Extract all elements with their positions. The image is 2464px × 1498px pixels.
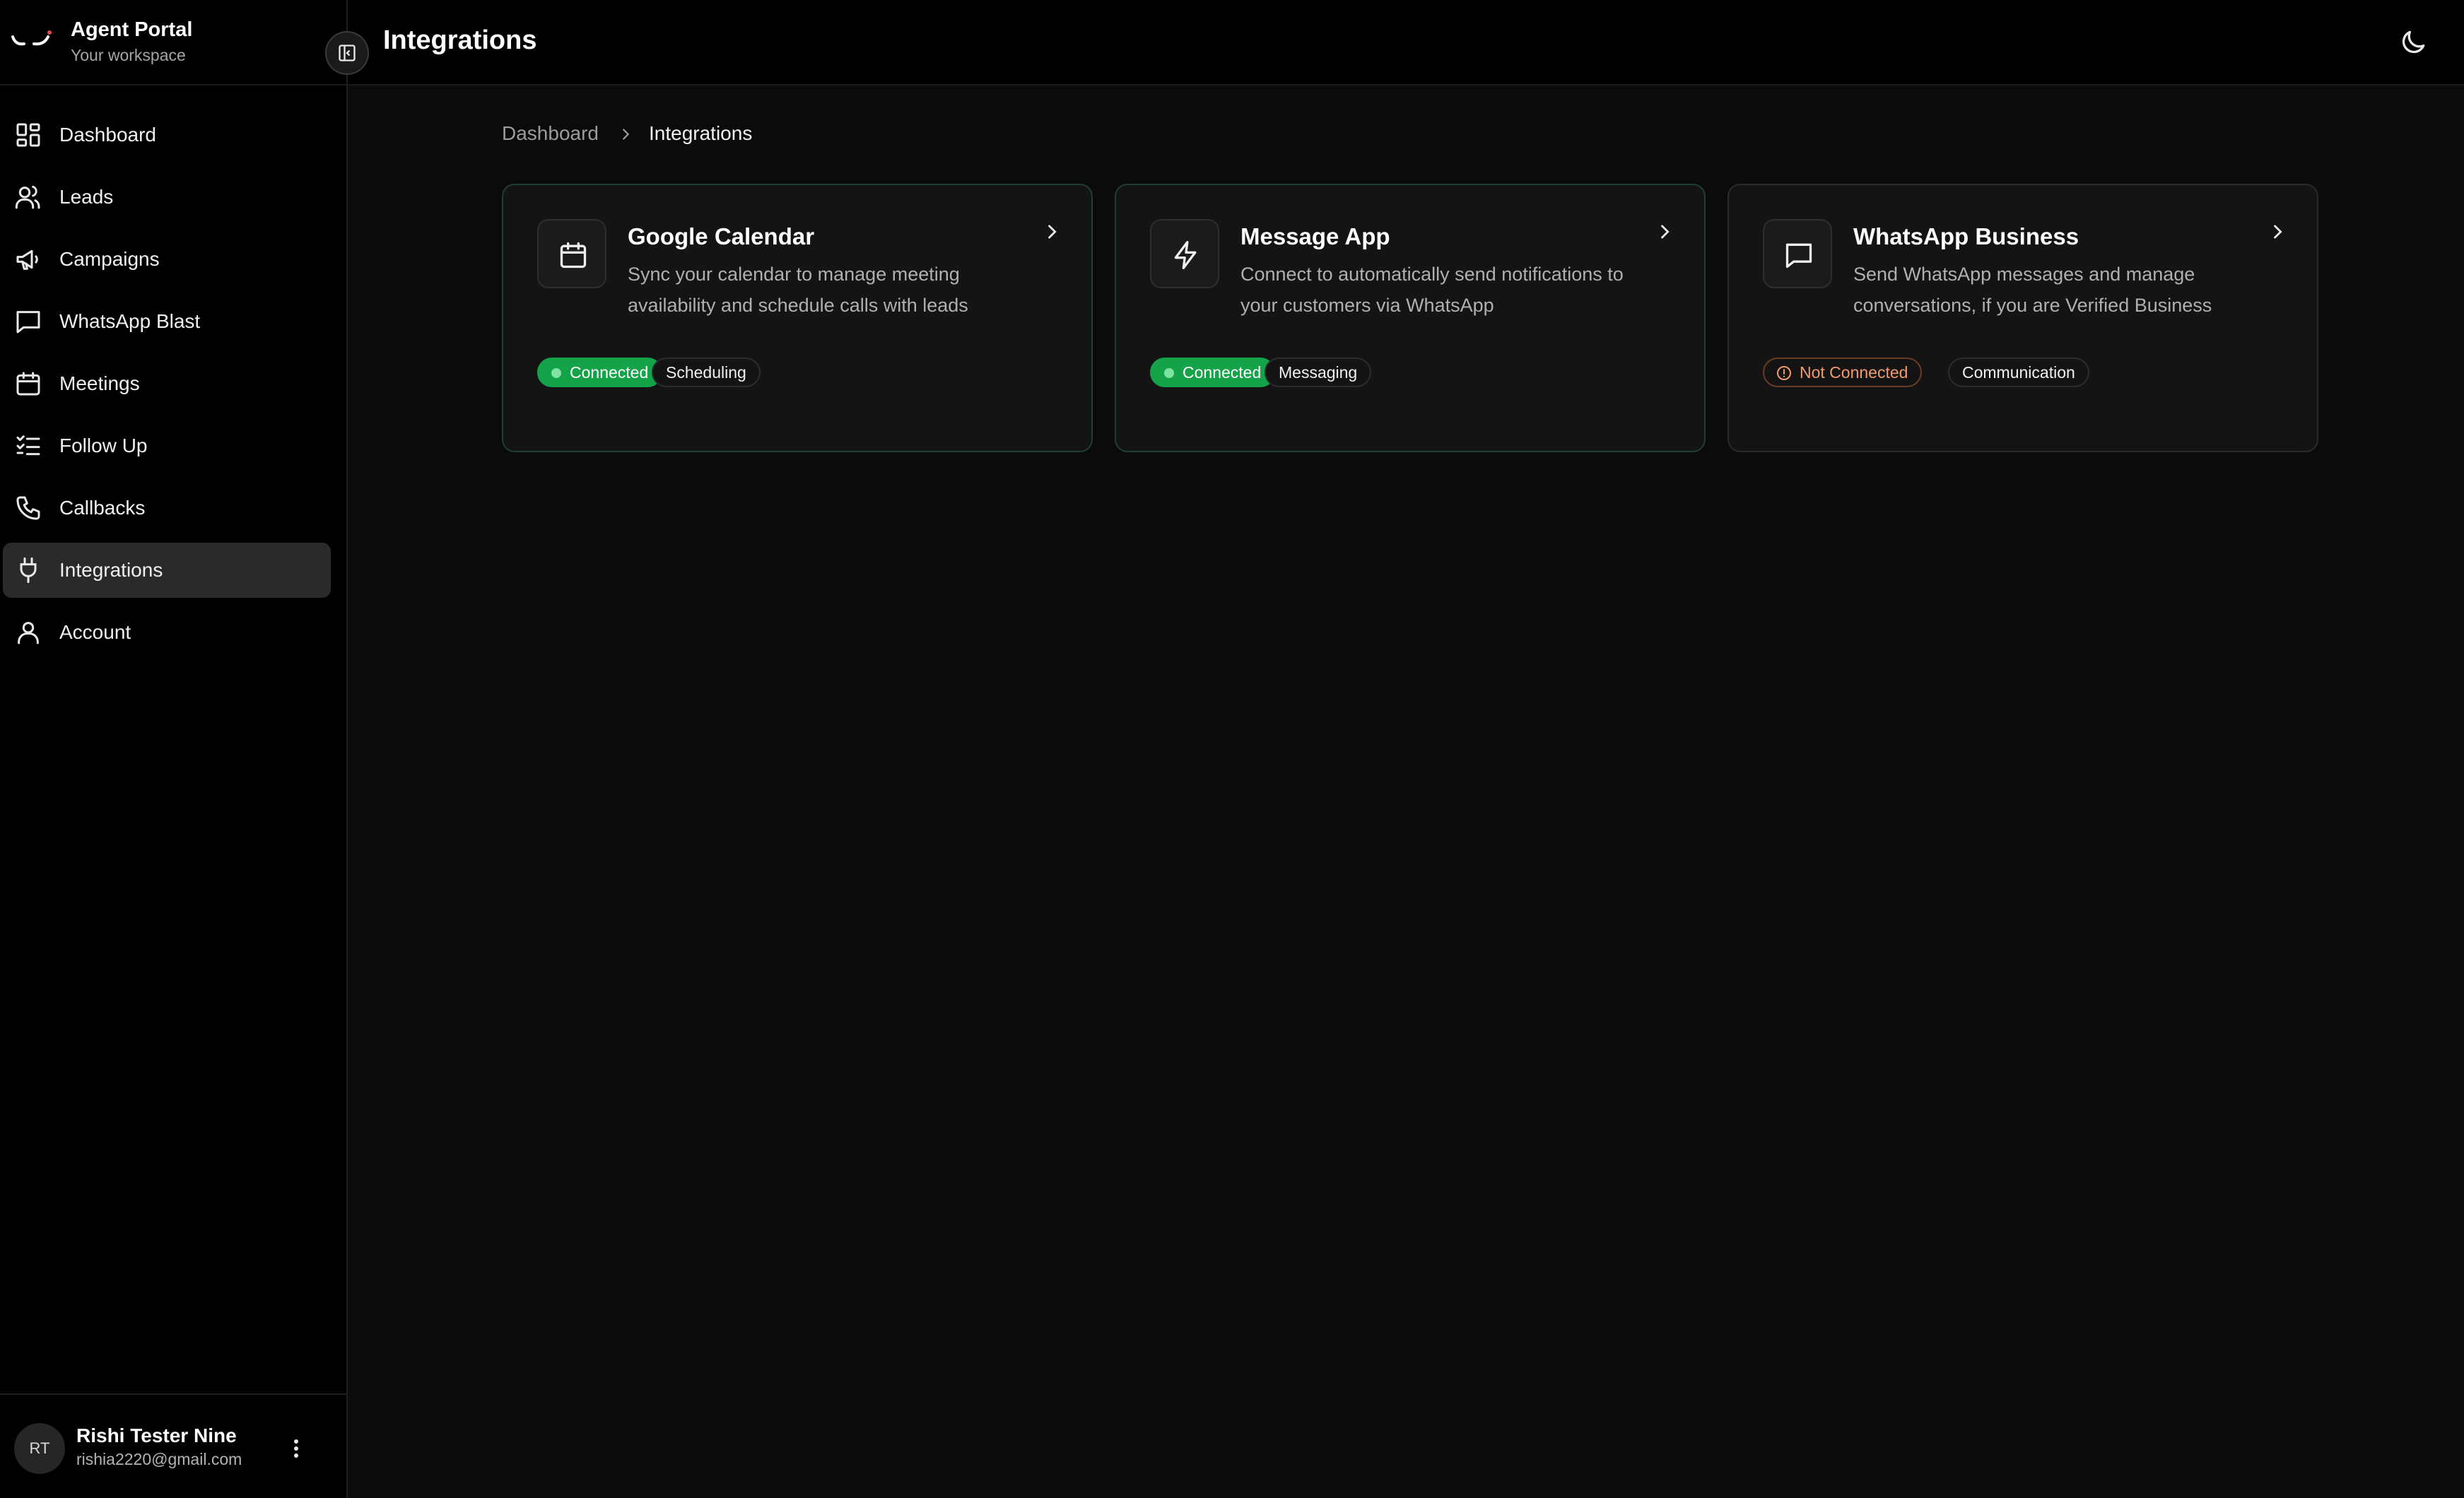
card-description: Connect to automatically send notificati…	[1240, 264, 1624, 316]
card-description: Sync your calendar to manage meeting ava…	[628, 264, 968, 316]
sidebar-item-dashboard[interactable]: Dashboard	[3, 107, 331, 163]
sidebar-item-campaigns[interactable]: Campaigns	[3, 232, 331, 287]
sidebar-item-label: Leads	[59, 186, 114, 208]
breadcrumb-current: Integrations	[649, 122, 753, 144]
status-badge: Connected	[537, 358, 663, 387]
brand-subtitle: Your workspace	[71, 46, 186, 64]
sidebar-item-label: Account	[59, 621, 131, 643]
user-email: rishia2220@gmail.com	[76, 1450, 242, 1468]
alert-circle-icon	[1777, 366, 1791, 380]
status-label: Connected	[570, 363, 649, 382]
integration-card-message-app[interactable]: Message App Connect to automatically sen…	[1115, 184, 1706, 452]
sidebar-item-integrations[interactable]: Integrations	[3, 543, 331, 598]
calendar-icon	[560, 242, 587, 269]
chevron-right-icon	[1661, 225, 1670, 239]
sidebar-item-meetings[interactable]: Meetings	[3, 356, 331, 411]
sidebar-item-label: Follow Up	[59, 435, 148, 456]
dashboard-icon	[16, 123, 40, 147]
users-icon	[15, 185, 40, 209]
card-description: Send WhatsApp messages and manage conver…	[1853, 264, 2212, 316]
moon-icon[interactable]	[2398, 27, 2429, 58]
sidebar-item-label: WhatsApp Blast	[59, 310, 201, 332]
topbar: Integrations	[348, 0, 2464, 85]
status-dot	[551, 368, 561, 378]
chevron-right-icon	[623, 129, 630, 140]
sidebar-item-callbacks[interactable]: Callbacks	[3, 480, 331, 536]
sidebar-item-label: Campaigns	[59, 248, 160, 270]
zap-icon	[1174, 241, 1197, 269]
message-square-icon	[1785, 243, 1812, 269]
card-icon-box	[1763, 219, 1832, 288]
user-name: Rishi Tester Nine	[76, 1425, 237, 1446]
card-title: Google Calendar	[628, 223, 815, 249]
status-label: Connected	[1183, 363, 1262, 382]
chevron-right-icon	[2274, 225, 2282, 239]
main-content: Dashboard Integrations Google Calendar S…	[348, 85, 2464, 1498]
brand: Agent Portal Your workspace	[0, 0, 348, 85]
integration-card-whatsapp-business[interactable]: WhatsApp Business Send WhatsApp messages…	[1727, 184, 2318, 452]
status-dot	[1164, 368, 1174, 378]
sidebar-item-account[interactable]: Account	[3, 605, 331, 660]
card-title: WhatsApp Business	[1853, 223, 2079, 249]
page-title: Integrations	[383, 25, 537, 55]
card-icon-box	[537, 219, 606, 288]
sidebar-toggle-button[interactable]	[325, 31, 369, 75]
category-badge: Messaging	[1265, 358, 1372, 387]
sidebar-item-label: Callbacks	[59, 497, 146, 519]
calendar-icon	[16, 372, 40, 396]
plug-icon	[20, 557, 37, 584]
breadcrumb-home-link[interactable]: Dashboard	[502, 122, 599, 145]
brand-logo-icon	[11, 30, 52, 46]
user-icon	[18, 622, 39, 644]
sidebar-item-label: Meetings	[59, 372, 140, 394]
app-root: Agent Portal Your workspace Dashboard Le…	[0, 0, 2464, 1498]
sidebar-item-label: Dashboard	[59, 124, 156, 146]
status-label: Not Connected	[1800, 363, 1908, 382]
sidebar: Agent Portal Your workspace Dashboard Le…	[0, 0, 348, 1498]
card-icon-box	[1150, 219, 1219, 288]
chevron-right-icon	[1048, 225, 1057, 239]
phone-icon	[16, 496, 40, 520]
sidebar-item-follow-up[interactable]: Follow Up	[3, 418, 331, 473]
status-badge: Connected	[1150, 358, 1276, 387]
panel-left-icon	[339, 45, 356, 61]
avatar: RT	[14, 1423, 65, 1474]
integration-card-google-calendar[interactable]: Google Calendar Sync your calendar to ma…	[502, 184, 1093, 452]
status-badge: Not Connected	[1763, 358, 1923, 387]
category-badge: Scheduling	[652, 358, 761, 387]
card-title: Message App	[1240, 223, 1390, 249]
category-badge: Communication	[1948, 358, 2089, 387]
list-checks-icon	[16, 435, 40, 456]
more-vertical-icon[interactable]	[286, 1434, 307, 1463]
user-profile: RT Rishi Tester Nine rishia2220@gmail.co…	[0, 1393, 348, 1498]
sidebar-item-label: Integrations	[59, 559, 163, 581]
sidebar-item-whatsapp-blast[interactable]: WhatsApp Blast	[3, 294, 331, 349]
sidebar-item-leads[interactable]: Leads	[3, 170, 331, 225]
brand-title: Agent Portal	[71, 18, 193, 41]
megaphone-icon	[16, 249, 38, 270]
message-square-icon	[16, 311, 40, 334]
